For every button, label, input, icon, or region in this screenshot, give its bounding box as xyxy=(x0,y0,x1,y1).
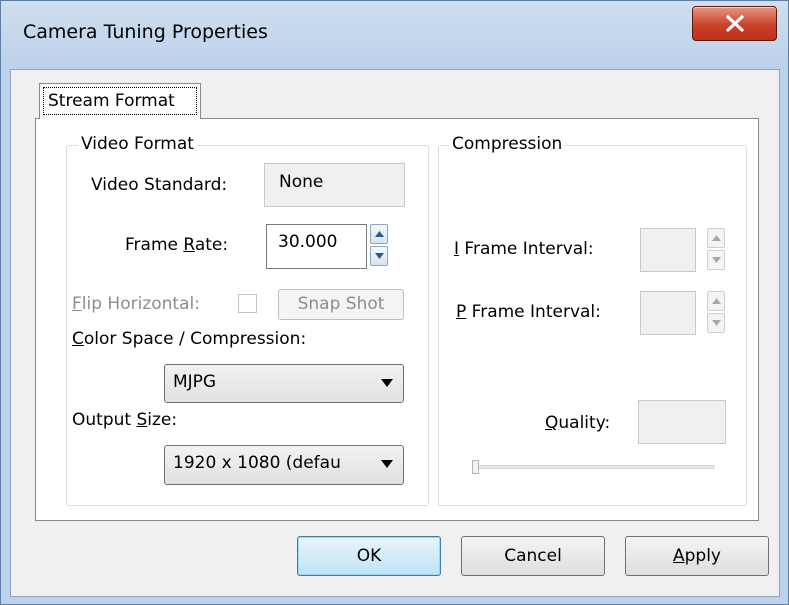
frame-rate-label-post: ate: xyxy=(194,235,229,255)
color-space-label-post: olor Space / Compression: xyxy=(83,329,307,349)
quality-label: Quality: xyxy=(545,413,610,433)
dialog-window: Camera Tuning Properties Stream Format V… xyxy=(0,0,789,605)
frame-rate-spin-up[interactable] xyxy=(370,224,388,244)
compression-group: Compression xyxy=(438,134,747,506)
color-space-label: Color Space / Compression: xyxy=(72,329,306,349)
arrow-up-icon xyxy=(712,298,721,304)
flip-label-post: lip Horizontal: xyxy=(81,294,200,314)
arrow-up-icon xyxy=(712,235,721,241)
compression-title: Compression xyxy=(449,134,566,154)
output-size-label-pre: Output xyxy=(72,410,137,430)
color-space-value: MJPG xyxy=(173,372,217,392)
i-frame-label-post: Frame Interval: xyxy=(459,239,594,259)
i-frame-interval-label: I Frame Interval: xyxy=(454,239,594,259)
stream-format-page: Video Format Video Standard: None Frame … xyxy=(35,118,759,521)
arrow-down-icon xyxy=(712,257,721,263)
output-size-label: Output Size: xyxy=(72,410,177,430)
i-frame-spin-up[interactable] xyxy=(707,228,725,248)
i-frame-spin-down[interactable] xyxy=(707,250,725,270)
flip-horizontal-checkbox[interactable] xyxy=(238,294,257,313)
quality-input[interactable] xyxy=(638,400,726,444)
output-size-label-post: ize: xyxy=(147,410,178,430)
frame-rate-label: Frame Rate: xyxy=(125,235,228,255)
apply-button[interactable]: Apply xyxy=(625,536,769,576)
dialog-client-area: Stream Format Video Format Video Standar… xyxy=(10,69,780,597)
output-size-dropdown[interactable]: 1920 x 1080 (defau xyxy=(164,445,404,485)
arrow-up-icon xyxy=(375,231,384,237)
p-frame-interval-input[interactable] xyxy=(640,291,696,335)
cancel-button[interactable]: Cancel xyxy=(461,536,605,576)
p-frame-label-accel: P xyxy=(456,302,467,322)
video-standard-field: None xyxy=(264,163,405,207)
frame-rate-value: 30.000 xyxy=(278,232,338,252)
window-title: Camera Tuning Properties xyxy=(23,21,268,43)
flip-label-accel: F xyxy=(72,294,82,314)
p-frame-label-post: Frame Interval: xyxy=(466,302,601,322)
tab-stream-format[interactable]: Stream Format xyxy=(39,83,201,119)
apply-label-post: pply xyxy=(684,546,721,566)
ok-button[interactable]: OK xyxy=(297,536,441,576)
flip-horizontal-label: Flip Horizontal: xyxy=(72,294,200,314)
quality-label-post: uality: xyxy=(558,413,611,433)
title-bar[interactable]: Camera Tuning Properties xyxy=(1,1,788,69)
tab-label: Stream Format xyxy=(43,87,197,115)
chevron-down-icon xyxy=(381,379,393,387)
quality-slider-track[interactable] xyxy=(472,465,715,469)
quality-slider-thumb[interactable] xyxy=(472,460,479,474)
p-frame-spin-up[interactable] xyxy=(707,291,725,311)
color-space-dropdown[interactable]: MJPG xyxy=(164,364,404,403)
frame-rate-label-pre: Frame xyxy=(125,235,184,255)
close-icon xyxy=(726,15,744,32)
output-size-value: 1920 x 1080 (defau xyxy=(173,453,341,473)
frame-rate-label-accel: R xyxy=(183,235,195,255)
p-frame-interval-label: P Frame Interval: xyxy=(456,302,601,322)
frame-rate-spin-down[interactable] xyxy=(370,246,388,266)
arrow-down-icon xyxy=(375,253,384,259)
snap-shot-button[interactable]: Snap Shot xyxy=(278,289,404,320)
video-standard-label: Video Standard: xyxy=(91,175,228,195)
video-format-title: Video Format xyxy=(78,134,197,154)
i-frame-interval-input[interactable] xyxy=(640,228,696,272)
color-space-label-accel: C xyxy=(72,329,84,349)
frame-rate-input[interactable]: 30.000 xyxy=(266,224,367,269)
output-size-label-accel: S xyxy=(136,410,148,430)
arrow-down-icon xyxy=(712,320,721,326)
chevron-down-icon xyxy=(381,460,393,468)
p-frame-spin-down[interactable] xyxy=(707,313,725,333)
quality-label-accel: Q xyxy=(545,413,559,433)
apply-label-accel: A xyxy=(672,546,685,566)
close-button[interactable] xyxy=(692,6,777,41)
video-standard-value: None xyxy=(279,172,324,192)
